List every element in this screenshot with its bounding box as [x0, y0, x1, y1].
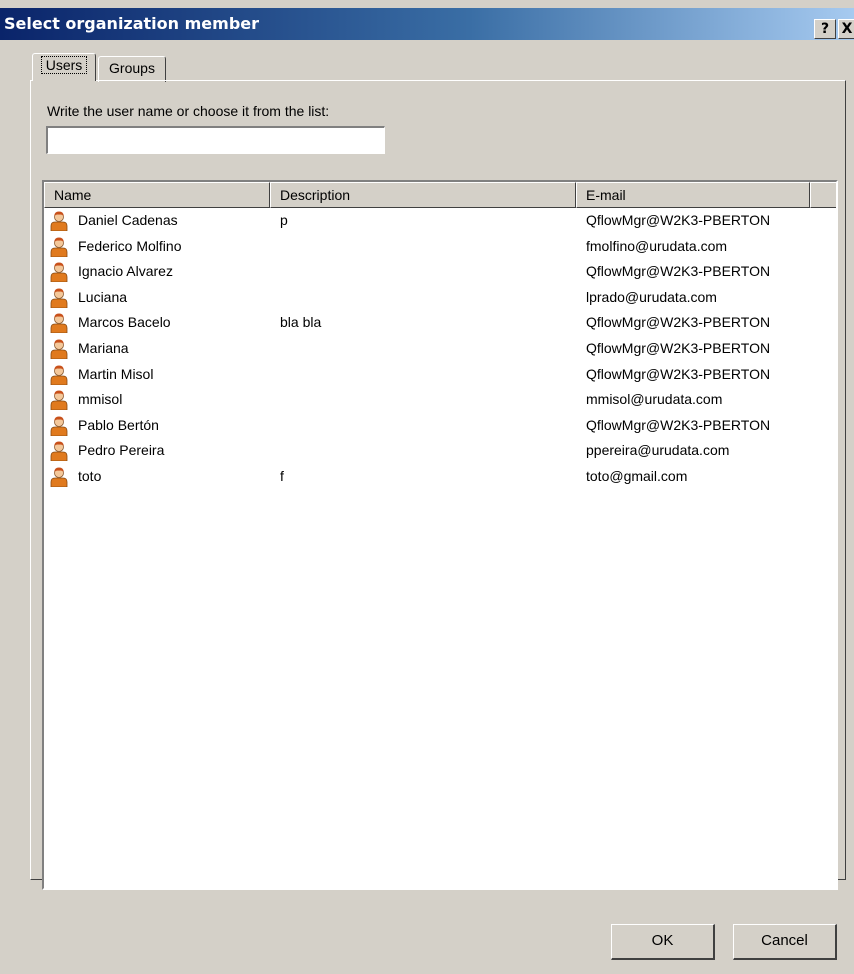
- row-description: bla bla: [280, 314, 322, 331]
- column-header-description[interactable]: Description: [270, 182, 576, 208]
- row-description: f: [280, 467, 284, 484]
- row-email: QflowMgr@W2K3-PBERTON: [586, 314, 771, 331]
- row-email: QflowMgr@W2K3-PBERTON: [586, 416, 771, 433]
- table-row[interactable]: Daniel Cadenas p QflowMgr@W2K3-PBERTON: [44, 208, 836, 234]
- cancel-button[interactable]: Cancel: [733, 924, 837, 960]
- row-name: Luciana: [78, 288, 128, 305]
- table-row[interactable]: Martin Misol QflowMgr@W2K3-PBERTON: [44, 362, 836, 388]
- column-header-email[interactable]: E-mail: [576, 182, 810, 208]
- list-header: Name Description E-mail: [44, 182, 836, 208]
- tab-users[interactable]: Users: [32, 53, 96, 81]
- row-name: mmisol: [78, 391, 123, 408]
- user-icon: [50, 364, 68, 385]
- window-title: Select organization member: [4, 14, 260, 33]
- row-name: toto: [78, 467, 102, 484]
- row-name: Mariana: [78, 339, 129, 356]
- table-row[interactable]: Mariana QflowMgr@W2K3-PBERTON: [44, 336, 836, 362]
- row-name: Ignacio Alvarez: [78, 263, 173, 280]
- table-row[interactable]: Marcos Bacelo bla bla QflowMgr@W2K3-PBERTO…: [44, 310, 836, 336]
- column-header-filler: [810, 182, 836, 208]
- user-icon: [50, 466, 68, 488]
- row-email: QflowMgr@W2K3-PBERTON: [586, 212, 771, 228]
- table-row[interactable]: Luciana lprado@urudata.com: [44, 285, 836, 311]
- ok-button[interactable]: OK: [611, 924, 715, 960]
- user-icon: [50, 236, 68, 257]
- row-email: QflowMgr@W2K3-PBERTON: [586, 339, 771, 356]
- tab-groups-label: Groups: [109, 60, 155, 76]
- dialog-window: Select organization member ? X Users Gro…: [0, 0, 854, 974]
- row-name: Pablo Bertón: [78, 416, 159, 433]
- user-icon: [50, 210, 68, 232]
- row-name: Marcos Bacelo: [78, 314, 171, 331]
- user-icon: [50, 415, 68, 437]
- help-button[interactable]: ?: [814, 19, 836, 39]
- table-row[interactable]: toto f toto@gmail.com: [44, 464, 836, 490]
- row-email: mmisol@urudata.com: [586, 391, 723, 408]
- table-row[interactable]: Pablo Bertón QflowMgr@W2K3-PBERTON: [44, 413, 836, 439]
- row-email: QflowMgr@W2K3-PBERTON: [586, 263, 771, 280]
- row-name: Martin Misol: [78, 365, 154, 382]
- row-email: QflowMgr@W2K3-PBERTON: [586, 365, 771, 382]
- row-name: Daniel Cadenas: [78, 212, 178, 228]
- table-row[interactable]: Pedro Pereira ppereira@urudata.com: [44, 438, 836, 464]
- row-description: p: [280, 212, 288, 228]
- row-email: ppereira@urudata.com: [586, 442, 730, 459]
- close-button[interactable]: X: [838, 19, 854, 39]
- title-bar[interactable]: Select organization member ? X: [0, 8, 854, 40]
- row-name: Pedro Pereira: [78, 442, 165, 459]
- user-name-label: Write the user name or choose it from th…: [47, 103, 330, 119]
- column-header-name[interactable]: Name: [44, 182, 270, 208]
- list-body: Daniel Cadenas p QflowMgr@W2K3-PBERTON Fede…: [44, 208, 836, 490]
- table-row[interactable]: Ignacio Alvarez QflowMgr@W2K3-PBERTON: [44, 259, 836, 285]
- row-name: Federico Molfino: [78, 237, 182, 254]
- user-icon: [50, 338, 68, 360]
- user-icon: [50, 287, 68, 309]
- row-email: toto@gmail.com: [586, 467, 688, 484]
- user-icon: [50, 389, 68, 411]
- user-icon: [50, 261, 68, 283]
- user-icon: [50, 312, 68, 334]
- user-name-input[interactable]: [46, 126, 385, 154]
- table-row[interactable]: mmisol mmisol@urudata.com: [44, 387, 836, 413]
- row-email: fmolfino@urudata.com: [586, 237, 728, 254]
- user-list[interactable]: Name Description E-mail Daniel Cadenas p Q…: [42, 180, 838, 890]
- user-icon: [50, 440, 68, 462]
- tab-groups[interactable]: Groups: [98, 56, 166, 82]
- tab-users-label: Users: [40, 56, 88, 74]
- table-row[interactable]: Federico Molfino fmolfino@urudata.com: [44, 234, 836, 260]
- row-email: lprado@urudata.com: [586, 288, 717, 305]
